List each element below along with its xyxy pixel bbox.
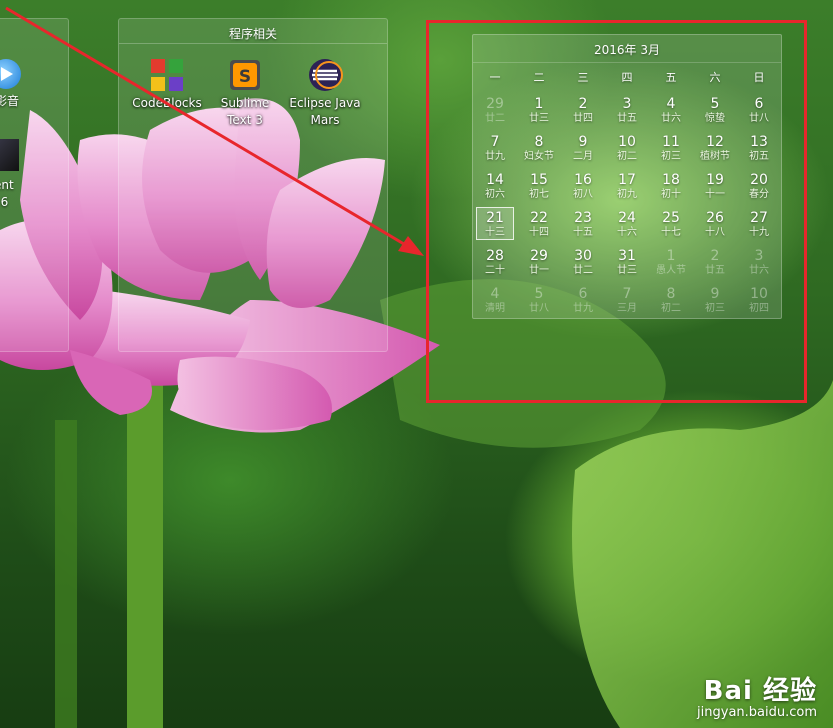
desktop-wallpaper: 暴影音 ident vil 6 程序相关 CodeBlocks S Sublim… <box>0 0 833 728</box>
eclipse-label: Eclipse Java Mars <box>289 96 361 127</box>
desktop-icon-codeblocks[interactable]: CodeBlocks <box>127 57 207 112</box>
codeblocks-icon <box>151 59 183 91</box>
desktop-icon-sublime[interactable]: S Sublime Text 3 <box>205 57 285 129</box>
eclipse-icon <box>309 59 343 91</box>
annotation-highlight-box <box>426 20 807 403</box>
left-icon-group: 暴影音 ident vil 6 <box>0 18 69 352</box>
sublime-icon: S <box>230 60 260 90</box>
program-group-title[interactable]: 程序相关 <box>119 25 387 42</box>
codeblocks-label: CodeBlocks <box>132 96 202 110</box>
media-player-icon[interactable] <box>0 59 21 89</box>
desktop-icon-eclipse[interactable]: Eclipse Java Mars <box>283 57 367 129</box>
svg-text:S: S <box>239 67 251 87</box>
watermark-logo: Bai 经验 <box>703 676 817 706</box>
media-player-label[interactable]: 暴影音 <box>0 93 19 110</box>
program-group-divider <box>119 43 387 44</box>
watermark-url: jingyan.baidu.com <box>697 705 817 720</box>
sublime-label: Sublime Text 3 <box>220 96 270 127</box>
program-group: 程序相关 CodeBlocks S Sublime Text 3 Eclipse… <box>118 18 388 352</box>
baidu-jingyan-watermark: Bai 经验 jingyan.baidu.com <box>697 670 817 720</box>
game-label[interactable]: ident vil 6 <box>0 177 14 211</box>
game-icon[interactable] <box>0 139 19 171</box>
